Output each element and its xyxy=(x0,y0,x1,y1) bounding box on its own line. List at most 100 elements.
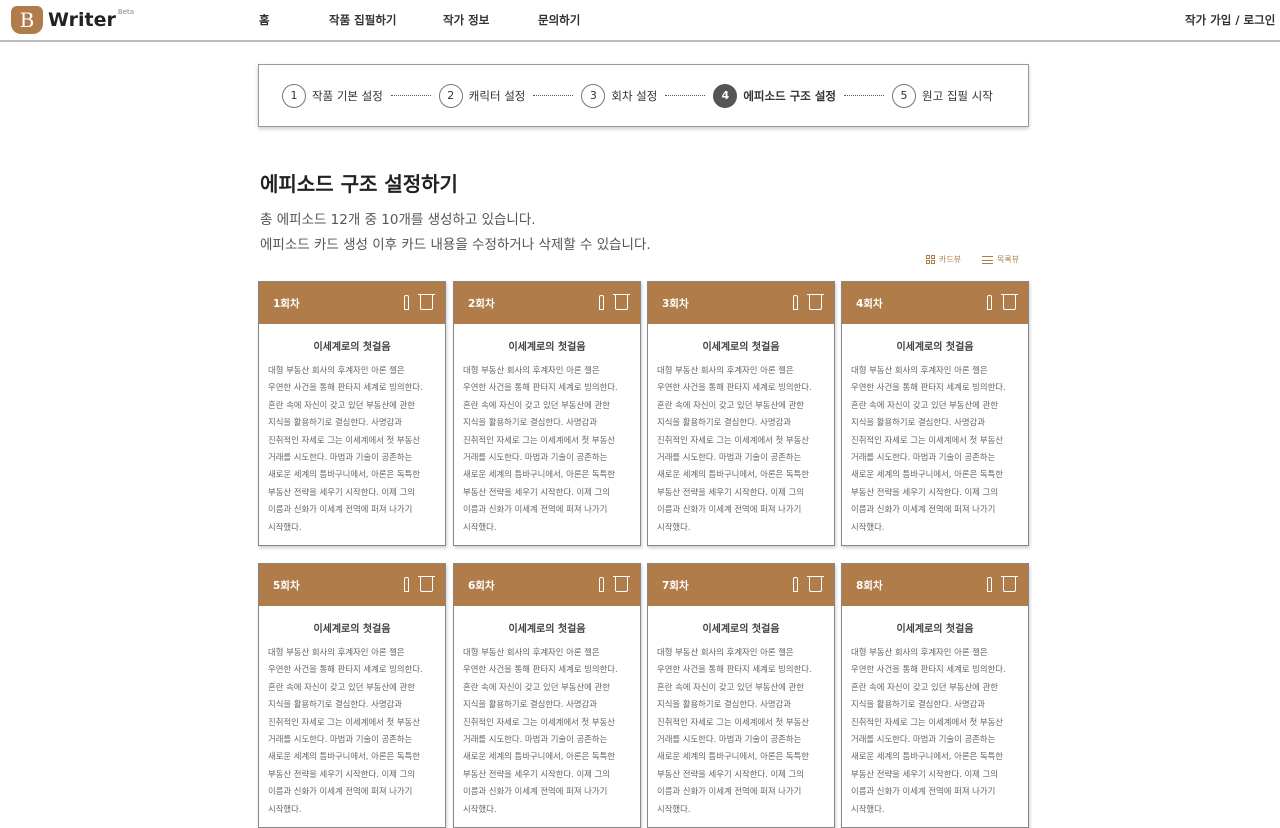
card-body: 대형 부동산 회사의 후계자인 아론 젤은 우연한 사건을 통해 판타지 세계로 … xyxy=(454,353,640,536)
card-body: 대형 부동산 회사의 후계자인 아론 젤은 우연한 사건을 통해 판타지 세계로 … xyxy=(454,635,640,818)
card-body-line: 진취적인 자세로 그는 이세계에서 첫 부동산 xyxy=(851,716,1003,727)
card-body-line: 지식을 활용하기로 결심한다. 사명감과 xyxy=(657,699,791,710)
logo[interactable]: B Writer Beta xyxy=(11,6,134,34)
edit-pen-icon[interactable] xyxy=(404,577,409,592)
card-body-line: 시작했다. xyxy=(657,803,691,814)
card-body-line: 새로운 세계의 틈바구니에서, 아론은 독특한 xyxy=(463,469,615,480)
card-body-line: 시작했다. xyxy=(268,521,302,532)
edit-pen-icon[interactable] xyxy=(404,295,409,310)
signup-login-link[interactable]: 작가 가입 / 로그인 xyxy=(1185,12,1275,28)
step-label: 작품 기본 설정 xyxy=(312,88,383,103)
card-body: 대형 부동산 회사의 후계자인 아론 젤은 우연한 사건을 통해 판타지 세계로 … xyxy=(259,635,445,818)
trash-icon[interactable] xyxy=(613,294,630,310)
card-header: 1회차 xyxy=(259,282,445,324)
card-body-line: 거래를 시도한다. 마법과 기술이 공존하는 xyxy=(268,734,413,745)
card-body-line: 새로운 세계의 틈바구니에서, 아론은 독특한 xyxy=(657,469,809,480)
edit-pen-icon[interactable] xyxy=(599,295,604,310)
card-body-line: 대형 부동산 회사의 후계자인 아론 젤은 xyxy=(268,647,405,657)
card-body-line: 지식을 활용하기로 결심한다. 사명감과 xyxy=(851,699,985,710)
card-body-line: 진취적인 자세로 그는 이세계에서 첫 부동산 xyxy=(268,716,420,727)
card-body-line: 시작했다. xyxy=(463,803,497,814)
step-1[interactable]: 1 작품 기본 설정 xyxy=(282,83,383,108)
edit-hint-text: 에피소드 카드 생성 이후 카드 내용을 수정하거나 삭제할 수 있습니다. xyxy=(260,237,651,253)
card-body: 대형 부동산 회사의 후계자인 아론 젤은우연한 사건을 통해 판타지 세계로 … xyxy=(648,353,834,536)
edit-pen-icon[interactable] xyxy=(793,577,798,592)
grid-icon xyxy=(926,255,935,264)
step-progress: 1 작품 기본 설정 2 캐릭터 설정 3 회차 설정 4 에피소드 구조 설정 5 원고 집필 … xyxy=(258,64,1029,127)
card-header: 8회차 xyxy=(842,564,1028,606)
card-body-line: 진취적인 자세로 그는 이세계에서 첫 부동산 xyxy=(463,716,615,727)
card-title: 이세계로의 첫걸음 xyxy=(702,624,780,635)
card-body-line: 대형 부동산 회사의 후계자인 아론 젤은 xyxy=(657,365,794,375)
nav-contact[interactable]: 문의하기 xyxy=(538,12,580,28)
trash-icon[interactable] xyxy=(807,294,824,310)
trash-icon[interactable] xyxy=(613,576,630,592)
card-body-line: 시작했다. xyxy=(851,521,885,532)
card-body-line: 시작했다. xyxy=(851,803,885,814)
card-title: 이세계로의 첫걸음 xyxy=(702,342,780,353)
list-view-button[interactable]: 목록뷰 xyxy=(982,254,1019,265)
trash-icon[interactable] xyxy=(1001,294,1018,310)
episode-card: 5회차 이세계로의 첫걸음 대형 부동산 회사의 후계자인 아론 젤은 우연한 사건을… xyxy=(258,563,446,828)
step-connector xyxy=(665,95,706,96)
card-title: 이세계로의 첫걸음 xyxy=(896,342,974,353)
card-body-line: 거래를 시도한다. 마법과 기술이 공존하는 xyxy=(463,452,608,463)
card-view-button[interactable]: 카드뷰 xyxy=(926,254,961,265)
card-body-line: 진취적인 자세로 그는 이세계에서 첫 부동산 xyxy=(657,434,809,445)
card-body-line: 혼란 속에 자신이 갖고 있던 부동산에 관한 xyxy=(657,399,804,410)
card-body-line: 시작했다. xyxy=(463,521,497,532)
step-2[interactable]: 2 캐릭터 설정 xyxy=(438,83,526,108)
edit-pen-icon[interactable] xyxy=(793,295,798,310)
card-body-line: 우연한 사건을 통해 판타지 세계로 빙의한다. xyxy=(851,664,1006,675)
trash-icon[interactable] xyxy=(418,294,435,310)
card-body-line: 부동산 전략을 세우기 시작한다. 이제 그의 xyxy=(268,768,415,779)
card-body-line: 거래를 시도한다. 마법과 기술이 공존하는 xyxy=(657,734,802,745)
card-body-line: 이름과 신화가 이세계 전역에 퍼져 나가기 xyxy=(268,504,413,515)
card-body-line: 혼란 속에 자신이 갖고 있던 부동산에 관한 xyxy=(463,681,610,692)
step-3[interactable]: 3 회차 설정 xyxy=(581,83,657,108)
nav-author-info[interactable]: 작가 정보 xyxy=(443,12,489,28)
card-body-line: 진취적인 자세로 그는 이세계에서 첫 부동산 xyxy=(463,434,615,445)
card-body-line: 시작했다. xyxy=(657,521,691,532)
step-number: 2 xyxy=(438,83,463,108)
card-body-line: 지식을 활용하기로 결심한다. 사명감과 xyxy=(463,699,597,710)
episode-card: 7회차이세계로의 첫걸음 대형 부동산 회사의 후계자인 아론 젤은 우연한 사건을… xyxy=(647,563,835,828)
edit-pen-icon[interactable] xyxy=(987,577,992,592)
nav-write[interactable]: 작품 집필하기 xyxy=(329,12,396,28)
trash-icon[interactable] xyxy=(1001,576,1018,592)
episode-label: 7회차 xyxy=(662,579,689,592)
card-body-line: 새로운 세계의 틈바구니에서, 아론은 독특한 xyxy=(851,469,1003,480)
episode-card: 2회차 이세계로의 첫걸음 대형 부동산 회사의 후계자인 아론 젤은 우연한 사건을… xyxy=(453,281,641,546)
card-body-line: 부동산 전략을 세우기 시작한다. 이제 그의 xyxy=(657,486,804,497)
card-body: 대형 부동산 회사의 후계자인 아론 젤은 우연한 사건을 통해 판타지 세계로 … xyxy=(842,353,1028,536)
episode-label: 1회차 xyxy=(273,297,300,310)
card-header: 5회차 xyxy=(259,564,445,606)
card-body-line: 이름과 신화가 이세계 전역에 퍼져 나가기 xyxy=(463,504,608,515)
card-body-line: 우연한 사건을 통해 판타지 세계로 빙의한다. xyxy=(463,382,618,393)
episode-card: 1회차 이세계로의 첫걸음 대형 부동산 회사의 후계자인 아론 젤은 우연한 사건을… xyxy=(258,281,446,546)
trash-icon[interactable] xyxy=(807,576,824,592)
step-5[interactable]: 5 원고 집필 시작 xyxy=(892,83,993,108)
card-body-line: 대형 부동산 회사의 후계자인 아론 젤은 xyxy=(851,647,988,657)
trash-icon[interactable] xyxy=(418,576,435,592)
episode-card: 6회차 이세계로의 첫걸음 대형 부동산 회사의 후계자인 아론 젤은 우연한 사건을… xyxy=(453,563,641,828)
card-body-line: 진취적인 자세로 그는 이세계에서 첫 부동산 xyxy=(268,434,420,445)
step-4[interactable]: 4 에피소드 구조 설정 xyxy=(713,83,836,108)
card-body-line: 이름과 신화가 이세계 전역에 퍼져 나가기 xyxy=(657,504,802,515)
top-nav: B Writer Beta 홈 작품 집필하기 작가 정보 문의하기 작가 가입… xyxy=(0,0,1280,42)
card-body-line: 우연한 사건을 통해 판타지 세계로 빙의한다. xyxy=(657,382,812,393)
card-body-line: 이름과 신화가 이세계 전역에 퍼져 나가기 xyxy=(657,786,802,797)
edit-pen-icon[interactable] xyxy=(987,295,992,310)
card-body: 대형 부동산 회사의 후계자인 아론 젤은 우연한 사건을 통해 판타지 세계로 … xyxy=(648,635,834,818)
step-connector xyxy=(844,95,884,96)
card-body-line: 부동산 전략을 세우기 시작한다. 이제 그의 xyxy=(268,486,415,497)
nav-home[interactable]: 홈 xyxy=(259,12,270,28)
card-body-line: 우연한 사건을 통해 판타지 세계로 빙의한다. xyxy=(851,382,1006,393)
step-connector xyxy=(533,95,574,96)
card-body-line: 부동산 전략을 세우기 시작한다. 이제 그의 xyxy=(657,768,804,779)
page-title: 에피소드 구조 설정하기 xyxy=(260,172,458,196)
card-body-line: 새로운 세계의 틈바구니에서, 아론은 독특한 xyxy=(657,751,809,762)
list-icon xyxy=(982,255,993,264)
edit-pen-icon[interactable] xyxy=(599,577,604,592)
step-label: 캐릭터 설정 xyxy=(468,88,526,103)
